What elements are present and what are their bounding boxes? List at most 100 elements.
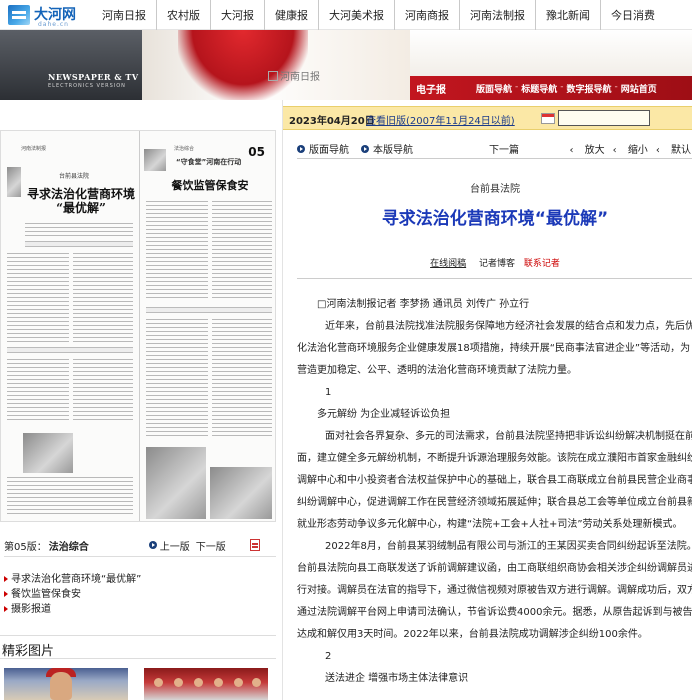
article-subheading: 送法进企 增强市场主体法律意识	[325, 673, 469, 684]
nav-link-dahe-bao[interactable]: 大河报	[210, 0, 264, 30]
layout-nav[interactable]: 版面导航	[297, 141, 349, 156]
nav-link-rural-edition[interactable]: 农村版	[156, 0, 210, 30]
nav-link-yubei[interactable]: 豫北新闻	[535, 0, 600, 30]
banner-link-title[interactable]: 标题导航	[521, 82, 557, 95]
page-info-bar: 第05版： 法治综合 上一版 下一版	[4, 538, 280, 553]
zoom-out-label: 缩小	[627, 145, 648, 156]
paper-right-title: 餐饮监管保食安	[171, 179, 249, 192]
section-nav[interactable]: 本版导航	[361, 141, 413, 156]
article-paragraph: 面对社会各界复杂、多元的司法需求，台前县法院坚持把非诉讼纠纷解决机制挺在前面，建…	[297, 431, 692, 530]
featured-photo-1[interactable]	[4, 668, 128, 700]
contact-reporter-link[interactable]: 联系记者	[524, 259, 560, 269]
article-headline: 寻求法治化营商环境“最优解”	[381, 209, 609, 229]
calendar-icon[interactable]	[541, 113, 555, 124]
paper-text-block	[7, 477, 133, 517]
banner-link-digital[interactable]: 数字报导航	[567, 82, 612, 95]
logo-icon	[8, 5, 30, 25]
zoom-in-button[interactable]: ‹ 放大	[569, 141, 604, 156]
featured-photos-header: 精彩图片	[0, 635, 276, 659]
e-paper-label: 电子报	[416, 85, 446, 96]
list-item[interactable]: 寻求法治化营商环境“最优解”	[4, 572, 276, 587]
paper-section-bar	[146, 307, 272, 313]
page-number-label: 第05版：	[4, 541, 47, 553]
article-paragraph: 近年来，台前县法院找准法院服务保障地方经济社会发展的结合点和发力点，先后优化法治…	[297, 321, 692, 376]
paper-right-subtitle: “守食堂”河南在行动	[176, 158, 242, 166]
nav-link-business[interactable]: 河南商报	[394, 0, 459, 30]
paper-links: 河南日报 农村版 大河报 健康报 大河美术报 河南商报 河南法制报 豫北新闻 今…	[92, 0, 665, 30]
site-logo[interactable]: 大河网 dahe.cn	[8, 4, 76, 28]
banner-link-separator: -	[515, 82, 519, 92]
paper-left-photo	[23, 433, 73, 473]
banner-link-separator: -	[614, 82, 618, 92]
article-link[interactable]: 寻求法治化营商环境“最优解”	[11, 574, 141, 585]
featured-photo-2[interactable]	[144, 668, 268, 700]
arrow-right-icon	[4, 606, 8, 612]
banner-link-layout[interactable]: 版面导航	[476, 82, 512, 95]
article-kicker: 台前县法院	[470, 184, 520, 195]
arrow-right-icon	[4, 576, 8, 582]
photo-detail	[252, 678, 261, 687]
banner-flash-alt: 河南日报	[280, 72, 320, 83]
article-link[interactable]: 餐饮监管保食安	[11, 589, 81, 600]
nav-link-legal[interactable]: 河南法制报	[459, 0, 535, 30]
paper-text-block	[73, 359, 133, 421]
nav-link-consumer[interactable]: 今日消费	[600, 0, 665, 30]
reporter-blog-link[interactable]: 记者博客	[479, 259, 515, 269]
paper-left-title-line2: “最优解”	[56, 201, 106, 215]
pdf-icon[interactable]	[249, 539, 260, 551]
newspaper-page-thumbnail[interactable]: 河南法制报 台前县法院 寻求法治化营商环境 “最优解” 法治综合 05 “守食堂…	[0, 130, 276, 522]
paper-section-bar	[7, 347, 133, 353]
banner-red-graphic	[178, 30, 308, 100]
arrow-right-icon	[148, 541, 157, 549]
paper-text-block	[7, 253, 69, 343]
photo-detail	[194, 678, 203, 687]
zoom-default-button[interactable]: ‹ 默认	[656, 141, 691, 156]
article-panel: 2023年04月20日 查看旧版(2007年11月24日以前) 版面导航 本版导…	[282, 100, 692, 700]
paper-text-block	[73, 253, 133, 343]
nav-link-health[interactable]: 健康报	[264, 0, 318, 30]
next-page-link[interactable]: 下一版	[196, 538, 226, 553]
arrow-right-icon	[361, 144, 369, 153]
header-banner: NEWSPAPER & TV ELECTRONICS VERSION 河南日报 …	[0, 30, 692, 100]
zoom-default-label: 默认	[671, 145, 691, 156]
photo-detail	[50, 672, 72, 700]
list-item[interactable]: 摄影报道	[4, 602, 276, 617]
old-edition-link[interactable]: 查看旧版(2007年11月24日以前)	[366, 112, 515, 127]
date-input[interactable]	[558, 110, 650, 126]
zoom-in-label: 放大	[584, 145, 605, 156]
paper-text-block	[212, 201, 272, 301]
divider	[297, 158, 692, 159]
next-article-link[interactable]: 下一篇	[489, 141, 519, 156]
page-nav: 上一版 下一版	[148, 538, 260, 553]
paper-text-block	[146, 319, 208, 439]
prev-page-link[interactable]: 上一版	[160, 538, 190, 553]
list-item[interactable]: 餐饮监管保食安	[4, 587, 276, 602]
next-article-label: 下一篇	[489, 145, 519, 156]
article-paragraph: 2022年8月，台前县某羽绒制品有限公司与浙江的王某因买卖合同纠纷起诉至法院。台…	[297, 541, 692, 640]
nav-link-henan-daily[interactable]: 河南日报	[92, 0, 156, 30]
paper-left-title-line1: 寻求法治化营商环境	[26, 187, 135, 201]
banner-link-home[interactable]: 网站首页	[621, 82, 657, 95]
zoom-out-button[interactable]: ‹ 缩小	[613, 141, 648, 156]
divider	[0, 658, 276, 659]
paper-left-small-photo	[7, 167, 21, 197]
paper-left-tag: 台前县法院	[59, 173, 90, 180]
banner-title: NEWSPAPER & TV	[48, 72, 139, 82]
online-read-link[interactable]: 在线阅稿	[430, 259, 466, 269]
article-link[interactable]: 摄影报道	[11, 604, 51, 615]
paper-right-page: 法治综合 05 “守食堂”河南在行动 餐饮监管保食安	[139, 131, 275, 521]
article-nav-bar: 版面导航 本版导航 下一篇 ‹ 放大 ‹ 缩小 ‹ 默认	[283, 138, 692, 156]
paper-left-header: 河南法制报	[21, 146, 47, 152]
article-paragraph: □河南法制报记者 李梦扬 通讯员 刘传广 孙立行	[317, 299, 530, 310]
photo-detail	[234, 678, 243, 687]
paper-right-logo-photo	[144, 149, 166, 171]
banner-subtitle: ELECTRONICS VERSION	[48, 83, 126, 89]
broken-image-icon	[268, 70, 278, 81]
divider	[4, 556, 276, 557]
page-section-name: 法治综合	[48, 541, 89, 553]
article-subheading: 多元解纷 为企业减轻诉讼负担	[317, 409, 451, 420]
logo-subtext: dahe.cn	[38, 21, 69, 28]
paper-text-block	[146, 201, 208, 301]
featured-photos-title: 精彩图片	[2, 644, 55, 659]
nav-link-art[interactable]: 大河美术报	[318, 0, 394, 30]
